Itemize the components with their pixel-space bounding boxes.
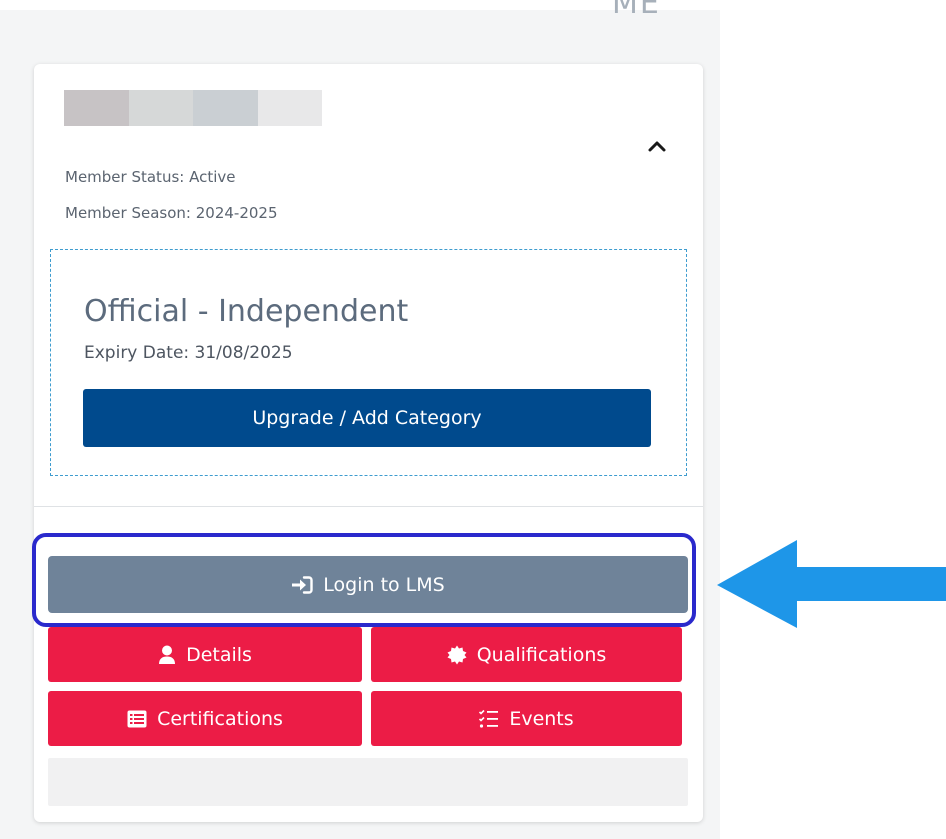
events-button[interactable]: Events xyxy=(371,691,682,746)
sign-in-icon xyxy=(291,575,313,594)
details-button-label: Details xyxy=(186,643,252,666)
card-footer-area xyxy=(48,758,688,806)
upgrade-button-label: Upgrade / Add Category xyxy=(252,407,482,429)
certifications-button-label: Certifications xyxy=(157,707,283,730)
certificate-badge-icon xyxy=(447,645,467,665)
qualifications-button[interactable]: Qualifications xyxy=(371,627,682,682)
tasks-list-icon xyxy=(479,709,499,729)
category-expiry-date: Expiry Date: 31/08/2025 xyxy=(84,343,293,363)
login-to-lms-button[interactable]: Login to LMS xyxy=(48,556,688,613)
card-divider xyxy=(34,506,703,507)
arrow-left-icon xyxy=(712,536,946,630)
member-status: Member Status: Active xyxy=(65,168,236,186)
user-icon xyxy=(158,645,176,665)
chevron-up-icon[interactable] xyxy=(646,138,668,154)
lms-button-label: Login to LMS xyxy=(323,573,445,596)
member-season: Member Season: 2024-2025 xyxy=(65,204,278,222)
certifications-button[interactable]: Certifications xyxy=(48,691,362,746)
events-button-label: Events xyxy=(509,707,574,730)
blurred-member-name xyxy=(64,90,322,126)
category-title: Official - Independent xyxy=(84,294,409,329)
page-heading-partial: ME xyxy=(612,0,661,21)
upgrade-add-category-button[interactable]: Upgrade / Add Category xyxy=(83,389,651,447)
list-alt-icon xyxy=(127,710,147,728)
qualifications-button-label: Qualifications xyxy=(476,643,607,666)
membership-category-box: Official - Independent Expiry Date: 31/0… xyxy=(50,249,687,476)
details-button[interactable]: Details xyxy=(48,627,362,682)
